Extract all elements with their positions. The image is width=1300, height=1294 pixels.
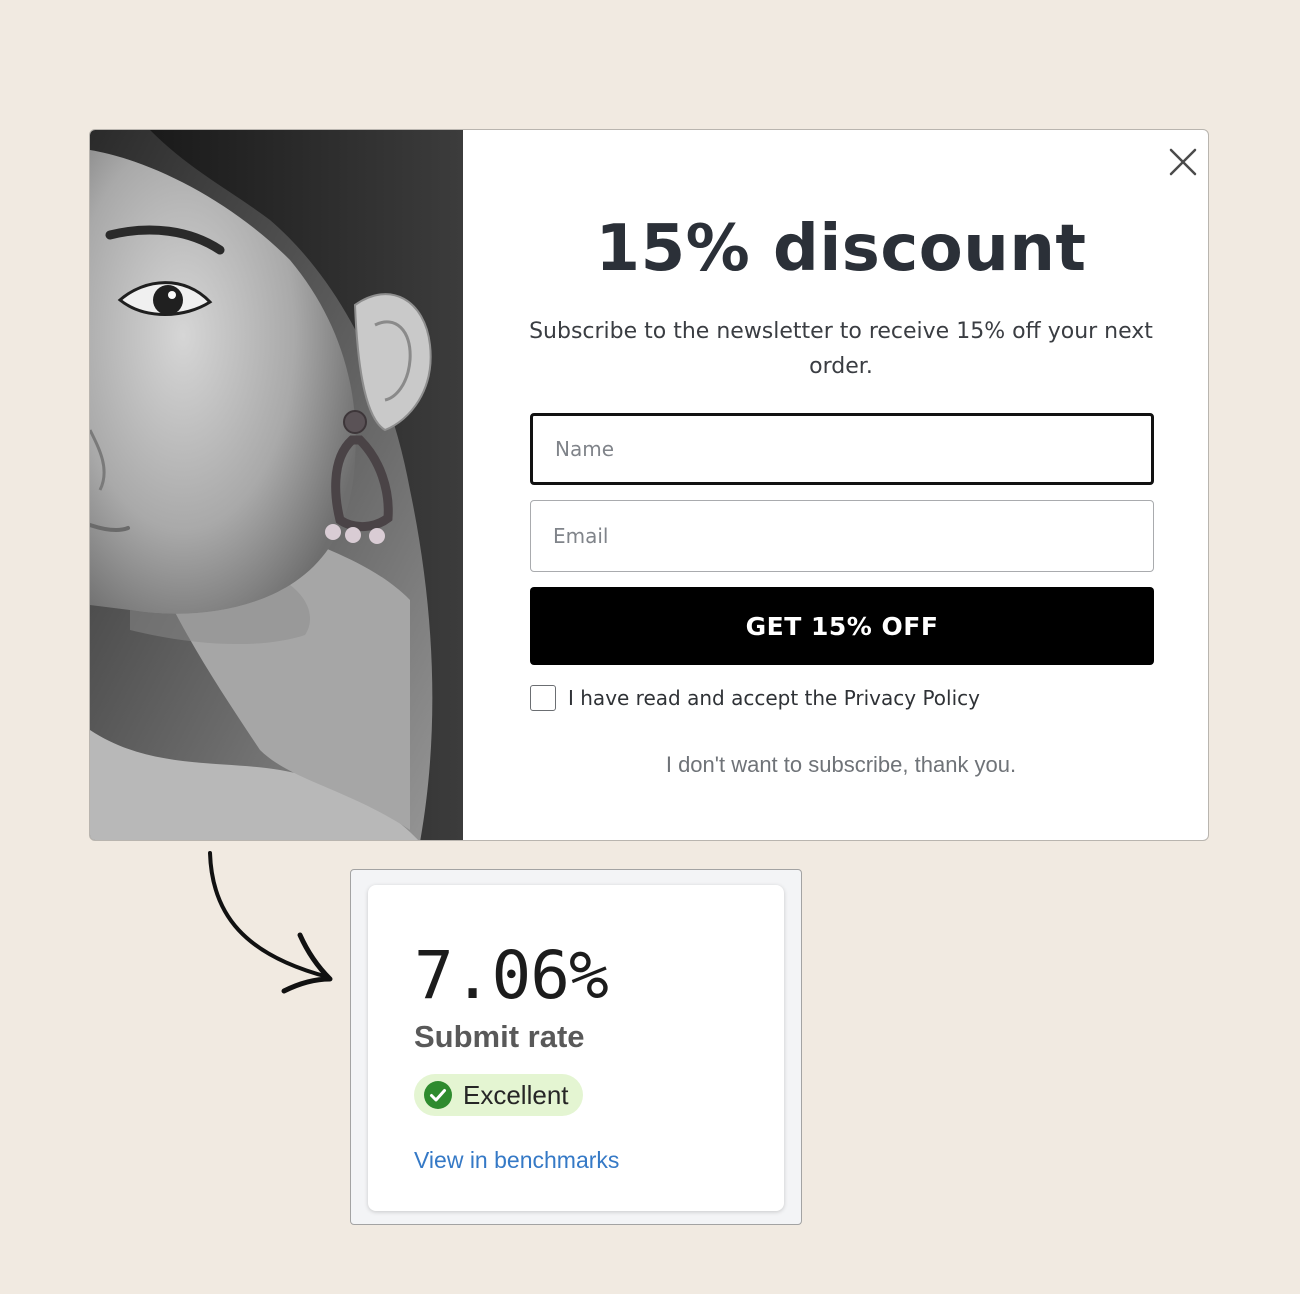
view-benchmarks-link[interactable]: View in benchmarks: [414, 1147, 619, 1174]
check-circle-icon: [424, 1081, 452, 1109]
popup-headline: 15% discount: [595, 212, 1087, 286]
privacy-consent-label[interactable]: I have read and accept the Privacy Polic…: [568, 686, 980, 710]
model-photo: [90, 130, 463, 840]
status-badge: Excellent: [414, 1074, 583, 1116]
privacy-checkbox[interactable]: [530, 685, 556, 711]
metric-card-frame: 7.06% Submit rate Excellent View in benc…: [350, 869, 802, 1225]
signup-form: 15% discount Subscribe to the newsletter…: [463, 130, 1208, 840]
curved-arrow-icon: [208, 851, 333, 994]
newsletter-popup: 15% discount Subscribe to the newsletter…: [89, 129, 1209, 841]
decline-link[interactable]: I don't want to subscribe, thank you.: [463, 752, 1208, 778]
submit-rate-card: 7.06% Submit rate Excellent View in benc…: [368, 885, 784, 1211]
name-input[interactable]: [530, 413, 1154, 485]
popup-subtitle: Subscribe to the newsletter to receive 1…: [529, 319, 1153, 379]
privacy-consent: I have read and accept the Privacy Polic…: [530, 683, 980, 713]
get-discount-button[interactable]: GET 15% OFF: [530, 587, 1154, 665]
metric-label: Submit rate: [414, 1019, 585, 1054]
metric-value: 7.06%: [414, 937, 609, 1014]
status-label: Excellent: [463, 1079, 569, 1110]
email-input[interactable]: [530, 500, 1154, 572]
